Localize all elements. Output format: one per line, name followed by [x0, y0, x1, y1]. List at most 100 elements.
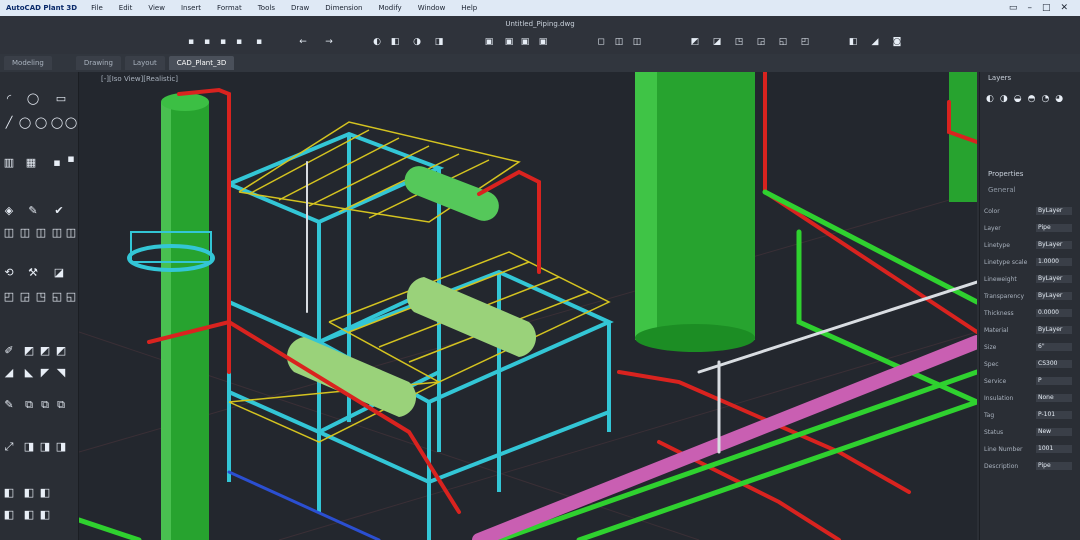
- measure-tool-icon[interactable]: ◧: [2, 486, 16, 500]
- property-value[interactable]: P-101: [1036, 411, 1072, 419]
- property-row[interactable]: Description Pipe: [984, 461, 1078, 471]
- offset-icon[interactable]: ◨: [54, 440, 68, 454]
- property-row[interactable]: Status New: [984, 427, 1078, 437]
- ortho-mode-icon[interactable]: ◫: [34, 226, 48, 240]
- open-icon[interactable]: ▪: [202, 37, 212, 48]
- fillet-icon[interactable]: ◣: [22, 366, 36, 380]
- chamfer-icon[interactable]: ◤: [38, 366, 52, 380]
- menu-dimension[interactable]: Dimension: [317, 4, 370, 12]
- property-row[interactable]: Service P: [984, 376, 1078, 386]
- snap-icon[interactable]: ◫: [2, 226, 16, 240]
- menu-help[interactable]: Help: [453, 4, 485, 12]
- tab-layout[interactable]: Layout: [124, 56, 165, 70]
- visual-style-icon[interactable]: ◱: [778, 37, 788, 48]
- pipe-icon[interactable]: ▣: [520, 37, 530, 48]
- polar-icon[interactable]: ◫: [50, 226, 64, 240]
- property-value[interactable]: P: [1036, 377, 1072, 385]
- osnap-icon[interactable]: ◫: [64, 226, 78, 240]
- property-value[interactable]: Pipe: [1036, 224, 1072, 232]
- match-icon[interactable]: ◧: [390, 37, 400, 48]
- layer-on-icon[interactable]: ◐: [986, 94, 994, 104]
- id-icon[interactable]: ◧: [22, 508, 36, 522]
- tee-icon[interactable]: ◲: [18, 290, 32, 304]
- view-icon[interactable]: ◳: [734, 37, 744, 48]
- property-value[interactable]: 1.0000: [1036, 258, 1072, 266]
- close-icon[interactable]: ✕: [1060, 3, 1068, 13]
- property-row[interactable]: Insulation None: [984, 393, 1078, 403]
- property-row[interactable]: Color ByLayer: [984, 206, 1078, 216]
- support-tool-icon[interactable]: ◩: [22, 344, 36, 358]
- property-value[interactable]: 0.0000: [1036, 309, 1072, 317]
- settings-icon[interactable]: ◧: [848, 37, 858, 48]
- property-row[interactable]: Thickness 0.0000: [984, 308, 1078, 318]
- hatch-icon[interactable]: ◯: [64, 116, 78, 130]
- tab-cad-plant-3d[interactable]: CAD_Plant_3D: [168, 56, 235, 70]
- list-icon[interactable]: ◧: [2, 508, 16, 522]
- redo-icon[interactable]: →: [324, 37, 334, 48]
- tag-icon[interactable]: ◈: [2, 204, 16, 218]
- brush-icon[interactable]: ✐: [2, 344, 16, 358]
- save-icon[interactable]: ▪: [218, 37, 228, 48]
- measure-icon[interactable]: ▣: [504, 37, 514, 48]
- arc-icon[interactable]: ◜: [2, 92, 16, 106]
- property-value[interactable]: Pipe: [1036, 462, 1072, 470]
- valve-tool-icon[interactable]: ◪: [52, 266, 66, 280]
- layer-icon[interactable]: ◐: [372, 37, 382, 48]
- menu-draw[interactable]: Draw: [283, 4, 317, 12]
- scale-icon[interactable]: ⤢: [2, 440, 16, 454]
- layer-lock-icon[interactable]: ◒: [1014, 94, 1022, 104]
- grid-icon[interactable]: ◫: [18, 226, 32, 240]
- property-value[interactable]: ByLayer: [1036, 275, 1072, 283]
- wrench-icon[interactable]: ⚒: [26, 266, 40, 280]
- menu-view[interactable]: View: [140, 4, 173, 12]
- property-row[interactable]: Line Number 1001: [984, 444, 1078, 454]
- property-row[interactable]: Linetype scale 1.0000: [984, 257, 1078, 267]
- property-row[interactable]: Size 6": [984, 342, 1078, 352]
- table-icon[interactable]: ▦: [24, 156, 38, 170]
- property-row[interactable]: Tag P-101: [984, 410, 1078, 420]
- property-value[interactable]: ByLayer: [1036, 241, 1072, 249]
- copy-icon[interactable]: ⧉: [22, 398, 36, 412]
- tab-modeling[interactable]: Modeling: [4, 56, 52, 70]
- extend-icon[interactable]: ◢: [2, 366, 16, 380]
- menu-modify[interactable]: Modify: [370, 4, 409, 12]
- insert-icon[interactable]: ▪: [50, 156, 64, 170]
- ellipse-icon[interactable]: ◯: [34, 116, 48, 130]
- plot-icon[interactable]: ▪: [254, 37, 264, 48]
- pencil-icon[interactable]: ✎: [2, 398, 16, 412]
- explode-icon[interactable]: ◥: [54, 366, 68, 380]
- menu-edit[interactable]: Edit: [111, 4, 141, 12]
- property-row[interactable]: Layer Pipe: [984, 223, 1078, 233]
- polyline-icon[interactable]: ◯: [18, 116, 32, 130]
- elbow-icon[interactable]: ◰: [2, 290, 16, 304]
- new-icon[interactable]: ▪: [186, 37, 196, 48]
- ortho-icon[interactable]: ◪: [712, 37, 722, 48]
- property-value[interactable]: 1001: [1036, 445, 1072, 453]
- trim-icon[interactable]: ◩: [54, 344, 68, 358]
- print-icon[interactable]: ▪: [234, 37, 244, 48]
- block-icon[interactable]: ▥: [2, 156, 16, 170]
- edit-icon[interactable]: ✎: [26, 204, 40, 218]
- menu-window[interactable]: Window: [410, 4, 454, 12]
- mirror-icon[interactable]: ◨: [22, 440, 36, 454]
- property-row[interactable]: Material ByLayer: [984, 325, 1078, 335]
- tab-drawing[interactable]: Drawing: [75, 56, 121, 70]
- model-viewport[interactable]: [-][Iso View][Realistic]: [79, 72, 977, 540]
- reducer-icon[interactable]: ◳: [34, 290, 48, 304]
- array-icon[interactable]: ◨: [38, 440, 52, 454]
- layer-freeze-icon[interactable]: ◑: [1000, 94, 1008, 104]
- circle-icon[interactable]: ◯: [26, 92, 40, 106]
- property-value[interactable]: ByLayer: [1036, 207, 1072, 215]
- property-value[interactable]: CS300: [1036, 360, 1072, 368]
- help-icon[interactable]: ◙: [892, 37, 902, 48]
- light-icon[interactable]: ◰: [800, 37, 810, 48]
- select-icon[interactable]: ◢: [870, 37, 880, 48]
- property-row[interactable]: Transparency ByLayer: [984, 291, 1078, 301]
- orbit-icon[interactable]: ▣: [484, 37, 494, 48]
- layer-delete-icon[interactable]: ◕: [1055, 94, 1063, 104]
- dist-icon[interactable]: ◧: [38, 486, 52, 500]
- render-icon[interactable]: ◲: [756, 37, 766, 48]
- menu-file[interactable]: File: [83, 4, 111, 12]
- property-value[interactable]: ByLayer: [1036, 292, 1072, 300]
- property-value[interactable]: None: [1036, 394, 1072, 402]
